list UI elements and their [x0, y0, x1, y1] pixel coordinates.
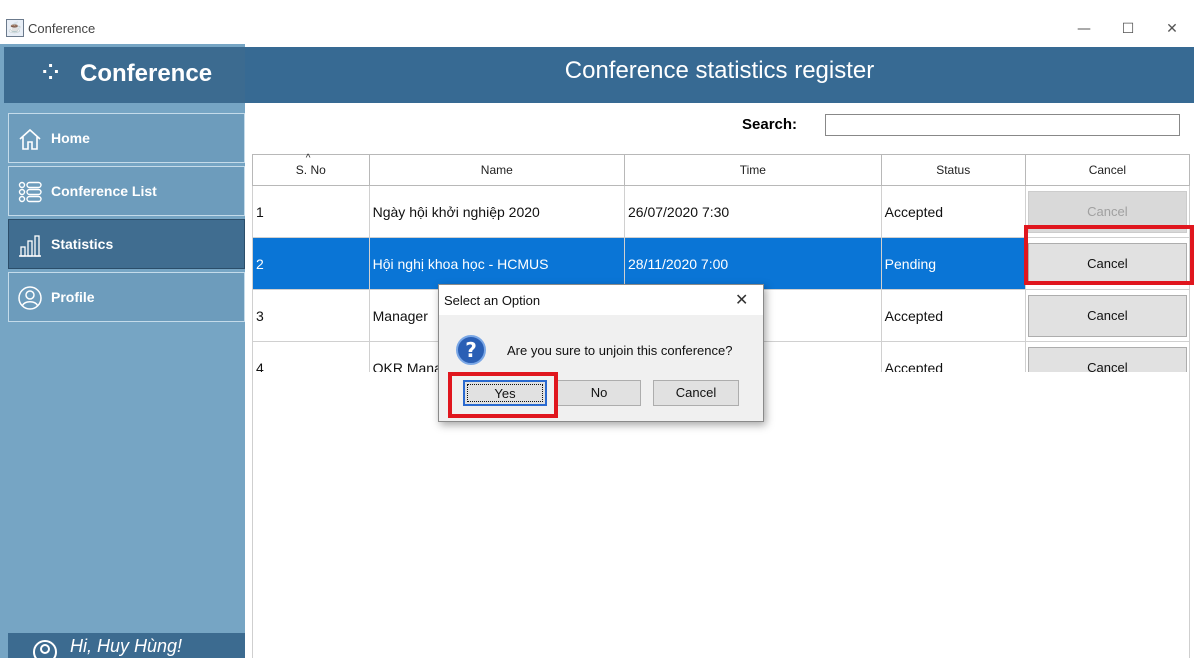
sun-logo-icon: ⁘ [38, 56, 64, 91]
sidebar-item-label: Conference List [51, 183, 157, 199]
cell-status: Pending [880, 237, 1026, 290]
window-titlebar: ☕ Conference — ☐ ✕ [0, 14, 1194, 44]
column-header-status[interactable]: Status [880, 154, 1026, 186]
sidebar-item-statistics[interactable]: Statistics [8, 219, 245, 269]
cell-sno: 2 [252, 237, 370, 290]
sidebar-item-label: Statistics [51, 236, 114, 252]
search-input[interactable] [825, 114, 1180, 136]
brand: ⁘ Conference [4, 47, 245, 103]
column-header-time[interactable]: Time [623, 154, 882, 186]
cell-sno: 3 [252, 289, 370, 342]
highlight-box [448, 372, 558, 418]
search-label: Search: [742, 116, 798, 133]
cell-time: 26/07/2020 7:30 [623, 185, 882, 238]
maximize-button[interactable]: ☐ [1106, 14, 1150, 44]
user-greeting: Hi, Huy Hùng! [8, 633, 245, 658]
greeting-text: Hi, Huy Hùng! [70, 636, 183, 656]
dialog-cancel-button[interactable]: Cancel [653, 380, 739, 406]
dialog-message: Are you sure to unjoin this conference? [507, 343, 733, 358]
sidebar-item-profile[interactable]: Profile [8, 272, 245, 322]
table-header-row: ^ S. No Name Time Status Cancel [252, 153, 1191, 186]
user-icon [33, 640, 57, 658]
window-title: Conference [28, 21, 96, 36]
dialog-titlebar: Select an Option ✕ [439, 285, 763, 315]
user-icon [18, 286, 42, 310]
column-header-sno[interactable]: ^ S. No [252, 153, 370, 186]
cell-status: Accepted [880, 185, 1026, 238]
page-title: Conference statistics register [245, 47, 1194, 103]
dialog-title: Select an Option [444, 293, 541, 308]
cell-sno: 1 [252, 185, 370, 238]
brand-title: Conference [80, 60, 213, 87]
minimize-button[interactable]: — [1062, 14, 1106, 44]
cell-cancel: Cancel [1024, 289, 1191, 342]
sidebar-item-home[interactable]: Home [8, 113, 245, 163]
column-header-cancel[interactable]: Cancel [1024, 154, 1191, 186]
close-window-button[interactable]: ✕ [1150, 14, 1194, 44]
cancel-registration-button[interactable]: Cancel [1027, 294, 1187, 337]
cell-time: 28/11/2020 7:00 [623, 237, 882, 290]
close-icon[interactable]: ✕ [735, 290, 748, 309]
cell-status: Accepted [880, 289, 1026, 342]
column-header-name[interactable]: Name [368, 154, 625, 186]
list-icon [18, 181, 42, 203]
sort-ascending-icon: ^ [305, 153, 311, 164]
cell-name: Ngày hội khởi nghiệp 2020 [368, 185, 625, 238]
question-icon: ? [456, 335, 486, 365]
cell-name: Hội nghị khoa học - HCMUS [368, 237, 625, 290]
home-icon [19, 128, 41, 150]
chart-icon [19, 235, 41, 257]
sidebar-item-conference-list[interactable]: Conference List [8, 166, 245, 216]
java-app-icon: ☕ [6, 19, 24, 37]
sidebar-item-label: Profile [51, 289, 95, 305]
sidebar-item-label: Home [51, 130, 90, 146]
highlight-box [1024, 225, 1194, 285]
no-button[interactable]: No [557, 380, 641, 406]
